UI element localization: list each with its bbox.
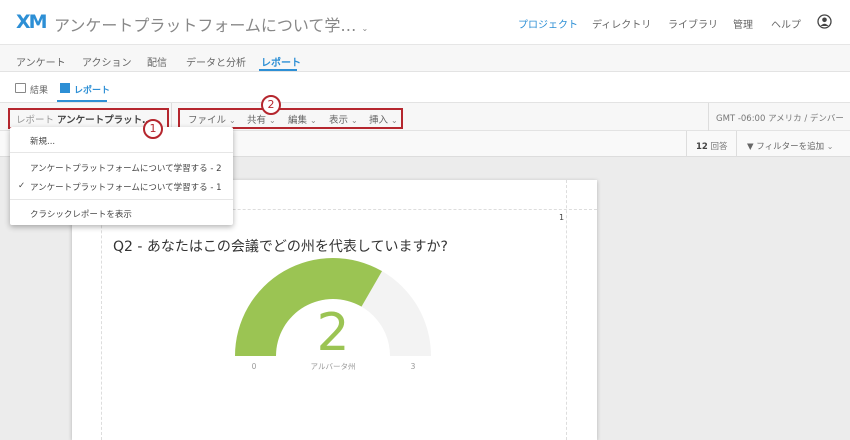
menu-edit-label: 編集 [288,115,308,126]
results-icon [15,83,26,93]
menu-divider [10,199,233,200]
nav-projects[interactable]: プロジェクト [518,16,578,31]
subtab-results[interactable]: 結果 [30,83,48,96]
nav-directory[interactable]: ディレクトリ [592,16,651,31]
report-prefix: レポート [16,115,55,126]
tab-reports[interactable]: レポート [261,54,301,69]
menu-item-report-2[interactable]: アンケートプラットフォームについて学習する - 2 [30,162,222,174]
page-number: 1 [559,213,565,222]
divider [686,131,687,157]
menu-insert[interactable]: 挿入 ⌄ [369,112,398,126]
menu-file[interactable]: ファイル ⌄ [188,112,236,126]
add-filter-button[interactable]: ▼ フィルターを追加 ⌄ [747,140,834,152]
project-title[interactable]: アンケートプラットフォームについて学… ⌄ [54,12,368,36]
xm-logo[interactable]: XM [16,11,48,33]
response-count: 12 回答 [696,140,728,152]
question-title[interactable]: Q2 - あなたはこの会議でどの州を代表していますか? [113,236,448,256]
report-name: アンケートプラット… [57,115,152,126]
report-chart-icon [60,83,70,93]
subtab-reports[interactable]: レポート [74,83,110,96]
menu-item-classic-report[interactable]: クラシックレポートを表示 [30,208,132,220]
user-avatar-icon[interactable] [817,14,832,29]
report-dropdown-menu: 新規... アンケートプラットフォームについて学習する - 2 ✓ アンケートプ… [10,127,233,225]
divider [736,131,737,157]
timezone[interactable]: GMT -06:00 アメリカ / デンバー [716,112,844,124]
count-label: 回答 [710,142,728,152]
menu-item-new[interactable]: 新規... [30,135,55,147]
nav-help[interactable]: ヘルプ [771,16,801,31]
tab-distributions[interactable]: 配信 [147,54,167,69]
active-subtab-indicator [57,100,107,102]
callout-2: 2 [261,95,281,115]
tab-actions[interactable]: アクション [82,54,132,69]
menu-file-label: ファイル [188,115,227,126]
menu-item-report-1[interactable]: アンケートプラットフォームについて学習する - 1 [30,181,222,193]
menu-edit[interactable]: 編集 ⌄ [288,112,317,126]
chevron-down-icon: ⌄ [361,24,369,33]
filter-icon: ▼ [747,142,754,152]
nav-library[interactable]: ライブラリ [668,16,718,31]
tab-data-analysis[interactable]: データと分析 [186,54,246,69]
divider [708,103,709,131]
add-filter-label: フィルターを追加 [756,142,825,152]
menu-view[interactable]: 表示 ⌄ [329,112,358,126]
count-value: 12 [696,142,708,152]
menu-insert-label: 挿入 [369,115,389,126]
report-subtabs [0,72,850,103]
report-selector[interactable]: レポート アンケートプラット… ⌄ [16,112,161,126]
project-title-text: アンケートプラットフォームについて学… [54,16,357,35]
menu-divider [10,152,233,153]
check-icon: ✓ [18,181,26,191]
menu-view-label: 表示 [329,115,349,126]
page-guide [566,180,567,440]
active-tab-indicator [259,69,297,71]
callout-1: 1 [143,119,163,139]
nav-admin[interactable]: 管理 [733,16,753,31]
tab-survey[interactable]: アンケート [16,54,66,69]
menu-share-label: 共有 [247,115,267,126]
